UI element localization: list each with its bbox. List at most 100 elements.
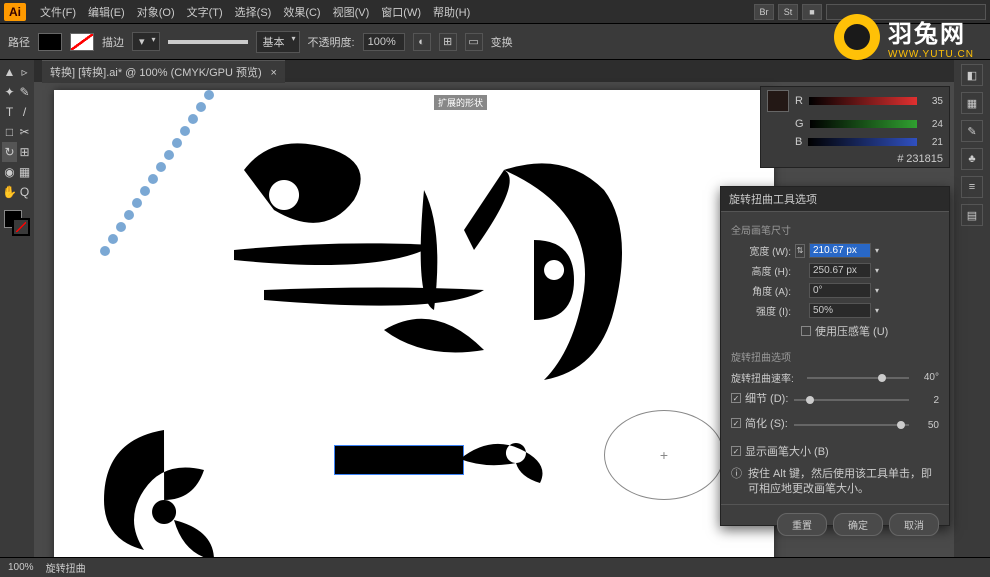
brush-style-dropdown[interactable]: 基本 (256, 31, 300, 53)
shape-label: 扩展的形状 (434, 95, 487, 110)
menu-window[interactable]: 窗口(W) (375, 4, 427, 20)
stroke-panel-icon[interactable]: ≡ (961, 176, 983, 198)
rectangle-tool[interactable]: □ (2, 122, 17, 142)
height-input[interactable]: 250.67 px (809, 263, 871, 278)
document-tab-bar: 转换] [转换].ai* @ 100% (CMYK/GPU 预览) × (34, 60, 954, 82)
brushes-panel-icon[interactable]: ✎ (961, 120, 983, 142)
magic-wand-tool[interactable]: ✦ (2, 82, 17, 102)
status-tool: 旋转扭曲 (46, 560, 86, 575)
shape-icon[interactable]: ▭ (465, 33, 483, 51)
menu-object[interactable]: 对象(O) (131, 4, 181, 20)
g-value[interactable]: 24 (923, 119, 943, 130)
recolor-icon[interactable]: ◐ (413, 33, 431, 51)
hand-tool[interactable]: ✋ (2, 182, 17, 202)
r-value[interactable]: 35 (923, 96, 943, 107)
width-label: 宽度 (W): (731, 243, 791, 258)
r-slider[interactable] (809, 97, 917, 105)
detail-slider[interactable] (794, 399, 909, 401)
intensity-label: 强度 (I): (731, 303, 791, 318)
menu-file[interactable]: 文件(F) (34, 4, 82, 20)
color-panel[interactable]: R 35 G 24 B 21 # 231815 (760, 86, 950, 168)
line-tool[interactable]: / (17, 102, 32, 122)
opacity-input[interactable]: 100% (363, 33, 405, 51)
dotted-path-artwork: /*dots generated below*/ (84, 90, 224, 290)
arrange-button[interactable]: ■ (802, 4, 822, 20)
angle-dropdown-icon[interactable]: ▾ (875, 286, 885, 295)
zoom-level[interactable]: 100% (8, 562, 34, 573)
toolbox: ▲▹ ✦✎ T/ □✂ ↻⊞ ◉▦ ✋Q (0, 60, 34, 557)
type-tool[interactable]: T (2, 102, 17, 122)
bridge-button[interactable]: Br (754, 4, 774, 20)
stock-button[interactable]: St (778, 4, 798, 20)
detail-label: 细节 (D): (745, 390, 788, 406)
menu-select[interactable]: 选择(S) (229, 4, 278, 20)
cancel-button[interactable]: 取消 (889, 513, 939, 536)
intensity-dropdown-icon[interactable]: ▾ (875, 306, 885, 315)
b-slider[interactable] (808, 138, 917, 146)
selection-tool[interactable]: ▲ (2, 62, 17, 82)
status-bar: 100% 旋转扭曲 (0, 557, 990, 577)
height-dropdown-icon[interactable]: ▾ (875, 266, 885, 275)
menu-view[interactable]: 视图(V) (327, 4, 376, 20)
width-tool[interactable]: ⊞ (17, 142, 32, 162)
angle-input[interactable]: 0° (809, 283, 871, 298)
dialog-info-text: 按住 Alt 键，然后使用该工具单击，即可相应地更改画笔大小。 (748, 467, 939, 498)
document-tab[interactable]: 转换] [转换].ai* @ 100% (CMYK/GPU 预览) × (42, 60, 285, 83)
color-picker[interactable] (2, 210, 32, 240)
rate-value[interactable]: 40° (915, 372, 939, 383)
swatches-panel-icon[interactable]: ▦ (961, 92, 983, 114)
menu-effect[interactable]: 效果(C) (277, 4, 326, 20)
stroke-weight-dropdown[interactable]: ▾ (132, 32, 160, 51)
menu-type[interactable]: 文字(T) (181, 4, 229, 20)
pen-tool[interactable]: ✎ (17, 82, 32, 102)
channel-b-label: B (795, 136, 802, 148)
artboard[interactable]: /*dots generated below*/ + (54, 90, 774, 557)
b-value[interactable]: 21 (923, 137, 943, 148)
rotate-tool[interactable]: ↻ (2, 142, 17, 162)
menu-edit[interactable]: 编辑(E) (82, 4, 131, 20)
show-brush-checkbox[interactable]: ✓ (731, 446, 741, 456)
twirl-options-section: 旋转扭曲选项 (731, 349, 939, 364)
align-icon[interactable]: ⊞ (439, 33, 457, 51)
menu-help[interactable]: 帮助(H) (427, 4, 476, 20)
watermark-logo (834, 14, 880, 60)
width-input[interactable]: 210.67 px (809, 243, 871, 258)
selected-rect[interactable] (334, 445, 464, 475)
width-dropdown-icon[interactable]: ▾ (875, 246, 885, 255)
hex-label: # (897, 153, 903, 165)
detail-value[interactable]: 2 (915, 395, 939, 406)
simplify-checkbox[interactable]: ✓ (731, 418, 741, 428)
channel-g-label: G (795, 118, 804, 130)
rate-slider[interactable] (807, 377, 909, 379)
scissors-tool[interactable]: ✂ (17, 122, 32, 142)
simplify-slider[interactable] (794, 424, 909, 426)
ok-button[interactable]: 确定 (833, 513, 883, 536)
direct-select-tool[interactable]: ▹ (17, 62, 32, 82)
mesh-tool[interactable]: ▦ (17, 162, 32, 182)
symbols-panel-icon[interactable]: ♣ (961, 148, 983, 170)
g-slider[interactable] (810, 120, 917, 128)
watermark-cn: 羽兔网 (888, 14, 974, 49)
fill-swatch[interactable] (38, 33, 62, 51)
selected-shape[interactable] (334, 435, 564, 485)
color-panel-icon[interactable]: ◧ (961, 64, 983, 86)
selection-label: 路径 (8, 34, 30, 50)
close-tab-icon[interactable]: × (270, 67, 276, 79)
link-icon[interactable]: ⇅ (795, 244, 805, 258)
simplify-value[interactable]: 50 (915, 420, 939, 431)
stroke-color[interactable] (12, 218, 30, 236)
pressure-checkbox (801, 326, 811, 336)
channel-r-label: R (795, 95, 803, 107)
zoom-tool[interactable]: Q (17, 182, 32, 202)
layers-panel-icon[interactable]: ▤ (961, 204, 983, 226)
color-panel-fill[interactable] (767, 90, 789, 112)
detail-checkbox[interactable]: ✓ (731, 393, 741, 403)
stroke-swatch[interactable] (70, 33, 94, 51)
pressure-label: 使用压感笔 (U) (815, 323, 888, 339)
hex-value[interactable]: 231815 (906, 153, 943, 165)
opacity-label: 不透明度: (308, 34, 355, 50)
intensity-input[interactable]: 50% (809, 303, 871, 318)
shapebuilder-tool[interactable]: ◉ (2, 162, 17, 182)
reset-button[interactable]: 重置 (777, 513, 827, 536)
app-logo: Ai (4, 3, 26, 21)
